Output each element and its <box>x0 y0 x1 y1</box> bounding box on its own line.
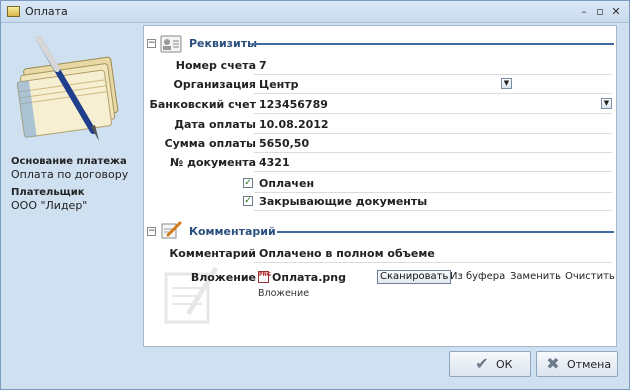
organization-label: Организация <box>173 78 256 91</box>
payment-amount-label: Сумма оплаты <box>164 137 256 150</box>
field-row-document-number: № документа 4321 <box>144 153 616 172</box>
maximize-icon[interactable]: ▫ <box>593 5 607 18</box>
details-divider <box>252 43 614 45</box>
clear-link[interactable]: Очистить <box>565 271 615 282</box>
collapse-comment-toggle[interactable]: − <box>147 227 156 236</box>
minimize-icon[interactable]: – <box>577 5 591 18</box>
checkbook-pen-icon <box>16 36 119 141</box>
checkmark-icon: ✔ <box>475 354 489 373</box>
cancel-button[interactable]: ✖ Отмена <box>536 351 618 377</box>
payment-date-value[interactable]: 10.08.2012 <box>259 118 329 131</box>
attachment-file-name[interactable]: Оплата.png <box>272 271 346 284</box>
dialog-footer: ✔ ОК ✖ Отмена <box>1 349 629 389</box>
scan-button[interactable]: Сканировать <box>377 270 452 284</box>
window-title: Оплата <box>25 5 68 18</box>
invoice-number-value[interactable]: 7 <box>259 59 267 72</box>
comment-label: Комментарий <box>169 247 256 260</box>
field-row-paid: ✓ Оплачен <box>144 174 616 193</box>
payer-label: Плательщик <box>11 187 85 198</box>
close-window-icon[interactable]: ✕ <box>609 5 623 18</box>
title-bar[interactable]: Оплата – ▫ ✕ <box>1 1 629 23</box>
attachment-hint: Вложение <box>258 288 310 299</box>
organization-dropdown-icon[interactable]: ▼ <box>501 78 512 89</box>
payment-date-label: Дата оплаты <box>174 118 256 131</box>
organization-select[interactable]: Центр <box>259 78 299 91</box>
pencil-note-icon <box>161 221 182 239</box>
ok-button[interactable]: ✔ ОК <box>449 351 531 377</box>
bank-account-select[interactable]: 123456789 <box>259 98 328 111</box>
basis-value: Оплата по договору <box>11 168 129 181</box>
basis-label: Основание платежа <box>11 156 127 167</box>
paid-checkbox[interactable]: ✓ <box>243 178 253 188</box>
field-row-closing-docs: ✓ Закрывающие документы <box>144 192 616 211</box>
paid-label: Оплачен <box>259 177 315 190</box>
left-pane: Основание платежа Оплата по договору Пла… <box>1 23 141 348</box>
close-icon: ✖ <box>546 354 560 373</box>
closing-docs-checkbox[interactable]: ✓ <box>243 196 253 206</box>
ok-button-label: ОК <box>496 358 513 371</box>
document-number-value[interactable]: 4321 <box>259 156 290 169</box>
comment-divider <box>277 231 614 233</box>
details-section-title: Реквизиты <box>189 37 258 50</box>
bank-account-dropdown-icon[interactable]: ▼ <box>601 98 612 109</box>
closing-docs-label: Закрывающие документы <box>259 195 428 208</box>
collapse-details-toggle[interactable]: − <box>147 39 156 48</box>
payment-dialog: Оплата – ▫ ✕ Основание платежа Оплата по… <box>0 0 630 390</box>
document-number-label: № документа <box>170 156 256 169</box>
payer-value: ООО "Лидер" <box>11 199 88 212</box>
field-row-bank-account: Банковский счет 123456789 ▼ <box>144 95 616 114</box>
replace-link[interactable]: Заменить <box>510 271 561 282</box>
payment-form: − Реквизиты Номер счета 7 Организация Це… <box>143 25 617 347</box>
contact-card-icon <box>160 35 182 53</box>
cancel-button-label: Отмена <box>567 358 612 371</box>
attachment-label: Вложение <box>190 271 256 284</box>
field-row-organization: Организация Центр ▼ <box>144 75 616 94</box>
field-row-comment: Комментарий Оплачено в полном объеме <box>144 244 616 263</box>
payment-amount-value[interactable]: 5650,50 <box>259 137 309 150</box>
png-file-icon: PNG <box>258 271 271 283</box>
comment-section-title: Комментарий <box>189 225 276 238</box>
field-row-payment-date: Дата оплаты 10.08.2012 <box>144 115 616 134</box>
receipt-icon <box>7 6 20 17</box>
from-clipboard-link[interactable]: Из буфера <box>450 271 505 282</box>
bank-account-label: Банковский счет <box>149 98 256 111</box>
field-row-invoice-number: Номер счета 7 <box>144 56 616 75</box>
field-row-attachment: Вложение PNG Оплата.png Сканировать · Из… <box>190 270 615 284</box>
field-row-payment-amount: Сумма оплаты 5650,50 <box>144 134 616 153</box>
comment-value[interactable]: Оплачено в полном объеме <box>259 247 435 260</box>
invoice-number-label: Номер счета <box>175 59 256 72</box>
